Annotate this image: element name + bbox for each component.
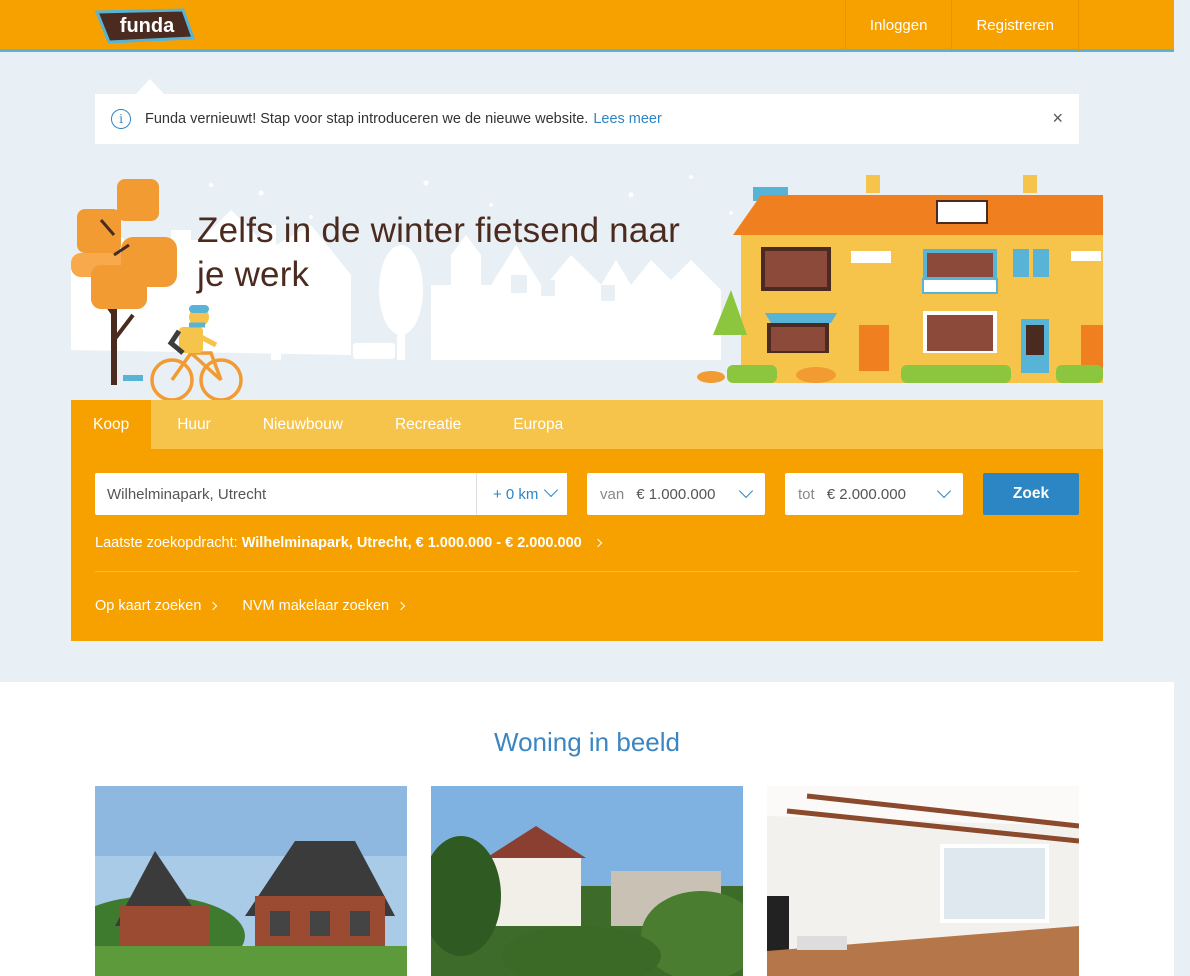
- price-to-value: € 2.000.000: [826, 485, 906, 503]
- tab-europa[interactable]: Europa: [487, 400, 589, 449]
- nvm-agent-link[interactable]: NVM makelaar zoeken: [242, 598, 406, 614]
- notice-pointer: [136, 79, 164, 94]
- chevron-down-icon: [543, 482, 559, 498]
- price-from-value: € 1.000.000: [636, 485, 716, 503]
- price-from-select[interactable]: van € 1.000.000: [587, 473, 765, 515]
- funda-logo[interactable]: funda: [95, 8, 195, 44]
- chevron-down-icon: [738, 483, 754, 499]
- tab-huur[interactable]: Huur: [151, 400, 237, 449]
- search-tabs: Koop Huur Nieuwbouw Recreatie Europa: [71, 400, 1103, 449]
- interior-photo: [767, 786, 1079, 976]
- login-link[interactable]: Inloggen: [844, 0, 952, 52]
- chevron-right-icon: [209, 601, 218, 611]
- chevron-right-icon: [593, 538, 602, 548]
- tab-koop[interactable]: Koop: [71, 400, 152, 449]
- price-to-select[interactable]: tot € 2.000.000: [785, 473, 963, 515]
- chevron-right-icon: [396, 601, 406, 611]
- price-from-label: van: [600, 485, 625, 503]
- search-links: Op kaart zoeken NVM makelaar zoeken: [95, 598, 430, 614]
- listing-photo-1[interactable]: [95, 786, 407, 976]
- account-nav: Inloggen Registreren: [844, 0, 1079, 52]
- nvm-agent-label: NVM makelaar zoeken: [242, 598, 390, 614]
- radius-value: + 0 km: [493, 485, 539, 503]
- hero-title: Zelfs in de winter fietsend naar je werk: [197, 211, 681, 294]
- search-panel: + 0 km van € 1.000.000 tot € 2.000.000 Z…: [71, 449, 1103, 641]
- tab-nieuwbouw[interactable]: Nieuwbouw: [237, 400, 369, 449]
- divider: [95, 571, 1079, 572]
- price-to-label: tot: [798, 485, 815, 503]
- close-icon[interactable]: ×: [1052, 109, 1063, 127]
- tab-recreatie[interactable]: Recreatie: [369, 400, 487, 449]
- listing-photo-2[interactable]: [431, 786, 743, 976]
- chevron-down-icon: [936, 483, 952, 499]
- house-photo: [95, 786, 407, 976]
- last-search[interactable]: Laatste zoekopdracht: Wilhelminapark, Ut…: [95, 535, 602, 551]
- map-search-link[interactable]: Op kaart zoeken: [95, 598, 218, 614]
- map-search-label: Op kaart zoeken: [95, 598, 202, 614]
- location-input[interactable]: [95, 474, 475, 514]
- radius-select[interactable]: + 0 km: [476, 473, 567, 515]
- info-icon: i: [111, 109, 131, 129]
- hero-illustration: Zelfs in de winter fietsend naar je werk: [71, 165, 1103, 400]
- house-photo: [431, 786, 743, 976]
- logo-text: funda: [120, 15, 175, 37]
- listing-photo-3[interactable]: [767, 786, 1079, 976]
- register-link[interactable]: Registreren: [951, 0, 1079, 52]
- section-title: Woning in beeld: [494, 727, 680, 757]
- page: funda Inloggen Registreren i Funda verni…: [0, 0, 1174, 976]
- search-button[interactable]: Zoek: [983, 473, 1079, 515]
- notice-text: Funda vernieuwt! Stap voor stap introduc…: [145, 111, 589, 127]
- last-search-value: Wilhelminapark, Utrecht, € 1.000.000 - €…: [241, 535, 582, 551]
- notice-banner: i Funda vernieuwt! Stap voor stap introd…: [95, 94, 1079, 144]
- read-more-link[interactable]: Lees meer: [593, 111, 662, 127]
- top-bar: funda Inloggen Registreren: [0, 0, 1174, 52]
- last-search-label: Laatste zoekopdracht:: [95, 535, 238, 551]
